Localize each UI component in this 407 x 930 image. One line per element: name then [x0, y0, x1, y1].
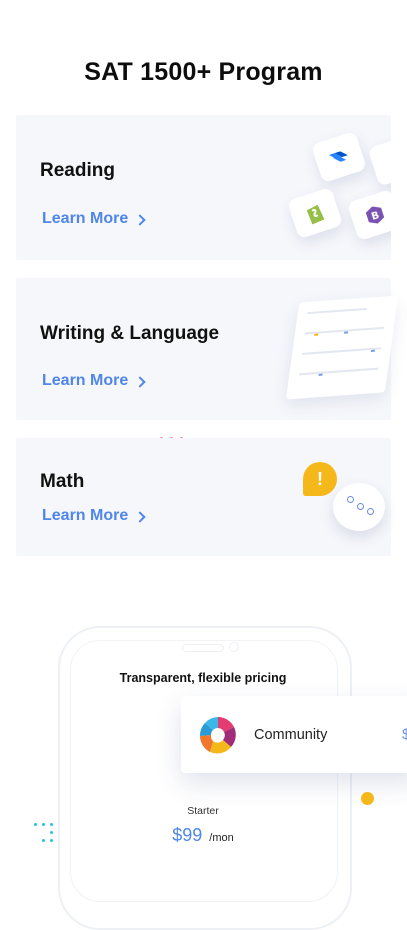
app-icon	[367, 139, 391, 187]
plan-price: $99 /mon	[70, 825, 336, 846]
dashboard-illustration	[285, 295, 399, 400]
exclamation-bubble-icon: !	[303, 462, 337, 496]
learn-more-writing-link[interactable]: Learn More	[42, 372, 146, 390]
bootstrap-icon: B	[346, 188, 391, 242]
shopify-icon	[286, 186, 344, 240]
chevron-right-icon	[134, 375, 146, 388]
community-logo-icon	[198, 715, 238, 755]
learn-more-reading-link[interactable]: Learn More	[42, 210, 146, 228]
reading-card[interactable]: Reading Learn More B	[16, 115, 391, 260]
chat-bubble-icon	[333, 483, 385, 531]
chevron-right-icon	[134, 213, 146, 226]
page-title: SAT 1500+ Program	[84, 58, 323, 86]
jira-icon	[310, 130, 368, 184]
phone-camera	[229, 642, 239, 652]
plan-name: Starter	[187, 805, 219, 817]
card-title-reading: Reading	[40, 160, 115, 181]
pricing-title: Transparent, flexible pricing	[119, 671, 287, 685]
decorative-dot	[361, 792, 374, 805]
learn-more-label: Learn More	[42, 507, 129, 524]
community-plan-label: Community	[254, 727, 328, 743]
card-title-writing: Writing & Language	[40, 323, 220, 344]
learn-more-label: Learn More	[42, 210, 129, 227]
community-plan-card[interactable]: Community $	[181, 696, 407, 773]
learn-more-math-link[interactable]: Learn More	[42, 507, 146, 525]
chevron-right-icon	[134, 510, 146, 523]
plan-price-period: /mon	[209, 832, 234, 844]
decorative-dots	[34, 823, 58, 847]
plan-price-amount: $99	[172, 825, 203, 845]
learn-more-label: Learn More	[42, 372, 129, 389]
phone-speaker	[182, 644, 224, 652]
card-title-math: Math	[40, 471, 85, 492]
community-plan-price: $	[402, 727, 407, 743]
